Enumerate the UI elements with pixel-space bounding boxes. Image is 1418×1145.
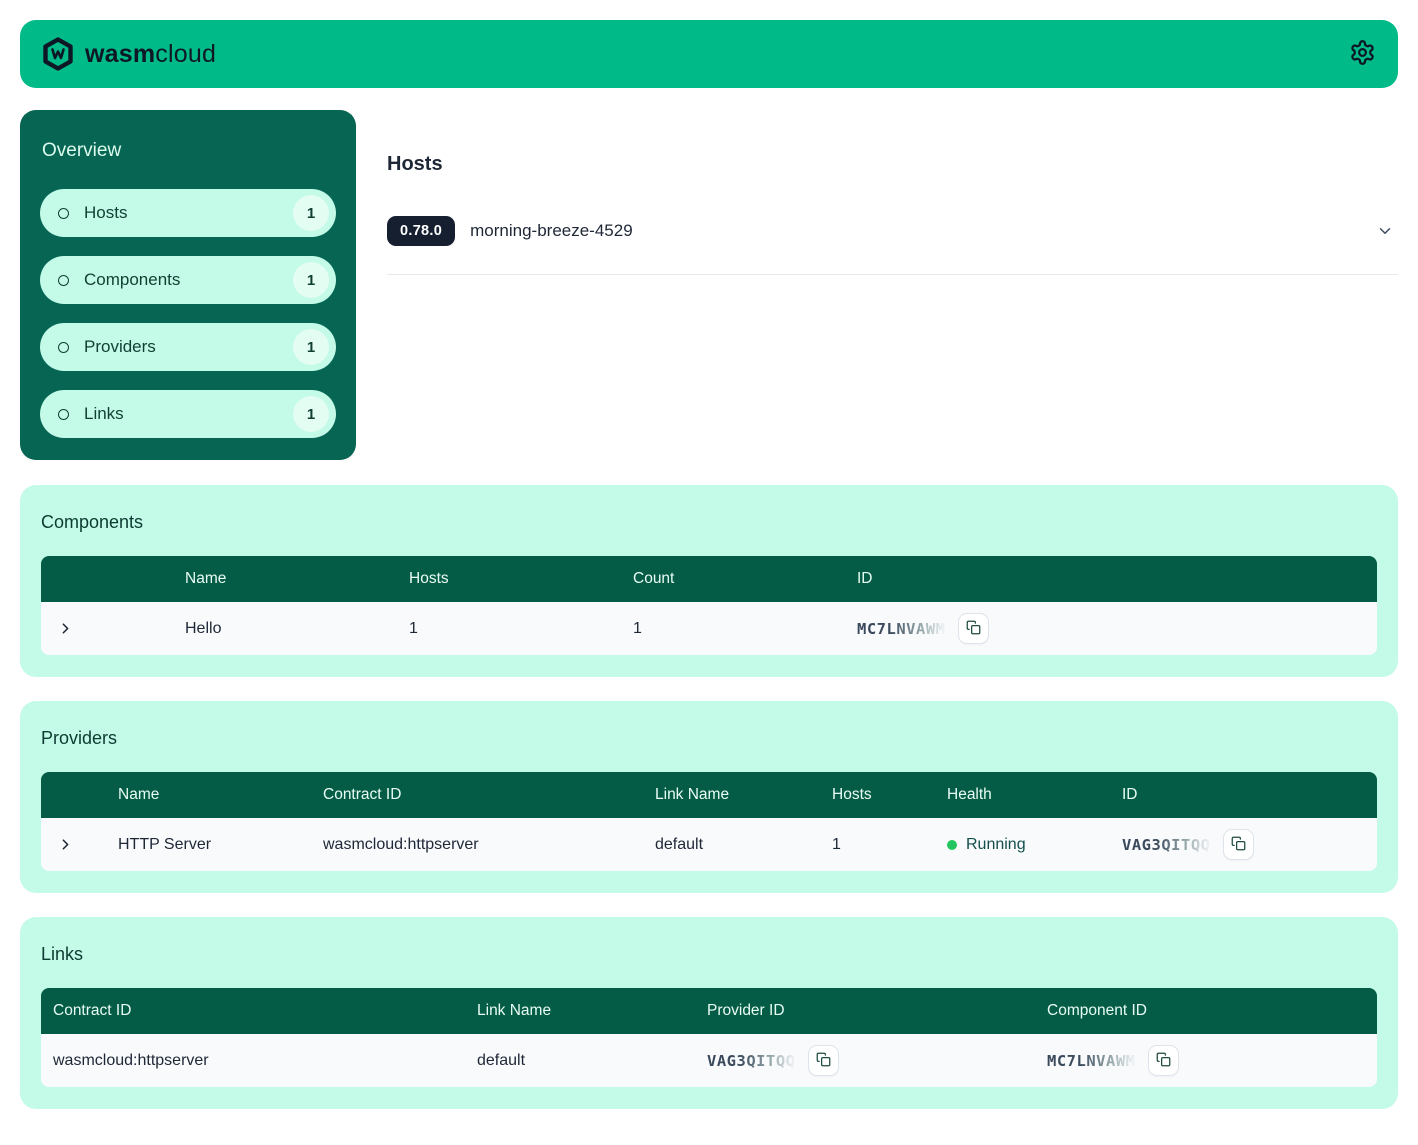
copy-button[interactable] [958,613,989,644]
logo-wordmark-bold: wasm [85,40,155,68]
column-header-contract-id: Contract ID [299,772,631,818]
count-badge: 1 [293,195,329,231]
link-component-id-cell: MC7LNVAWM [1023,1034,1377,1087]
column-header-link-name: Link Name [453,988,683,1034]
component-count-cell: 1 [609,602,833,655]
column-header-provider-id: Provider ID [683,988,1023,1034]
column-header-id: ID [1098,772,1377,818]
copy-button[interactable] [1148,1045,1179,1076]
column-header-hosts: Hosts [808,772,923,818]
chevron-down-icon[interactable] [1376,222,1394,240]
circle-icon [58,409,69,420]
expander-header [41,556,161,602]
column-header-contract-id: Contract ID [41,988,453,1034]
component-id-value: MC7LNVAWM [857,620,946,638]
link-provider-id-value: VAG3QITQQ [707,1052,796,1070]
column-header-id: ID [833,556,1377,602]
providers-table: Name Contract ID Link Name Hosts Health … [41,772,1377,871]
sidebar-item-providers[interactable]: Providers 1 [40,323,336,371]
logo-wordmark-light: cloud [155,40,216,68]
sidebar-item-hosts[interactable]: Hosts 1 [40,189,336,237]
link-contract-id-cell: wasmcloud:httpserver [41,1034,453,1087]
hosts-title: Hosts [387,153,1398,176]
circle-icon [58,208,69,219]
provider-contract-id-cell: wasmcloud:httpserver [299,818,631,871]
providers-header-row: Name Contract ID Link Name Hosts Health … [41,772,1377,818]
circle-icon [58,342,69,353]
sidebar-item-label: Providers [84,337,156,357]
links-header-row: Contract ID Link Name Provider ID Compon… [41,988,1377,1034]
copy-button[interactable] [1223,829,1254,860]
copy-icon [1231,836,1246,854]
column-header-name: Name [161,556,385,602]
expand-row-button[interactable] [41,602,161,655]
settings-button[interactable] [1349,39,1376,69]
sidebar-item-components[interactable]: Components 1 [40,256,336,304]
wasmcloud-logo: wasmcloud [42,37,216,71]
links-table: Contract ID Link Name Provider ID Compon… [41,988,1377,1087]
copy-icon [816,1052,831,1070]
wasmcloud-hexagon-icon [42,37,74,71]
components-table: Name Hosts Count ID Hello 1 1 MC7LNVAWM [41,556,1377,655]
provider-link-name-cell: default [631,818,808,871]
providers-section-title: Providers [41,728,1377,749]
components-section: Components Name Hosts Count ID Hello 1 [20,485,1398,677]
host-row[interactable]: 0.78.0 morning-breeze-4529 [387,216,1398,275]
component-hosts-cell: 1 [385,602,609,655]
host-version-badge: 0.78.0 [387,216,455,246]
column-header-hosts: Hosts [385,556,609,602]
sidebar-title: Overview [40,140,336,162]
sidebar-item-links[interactable]: Links 1 [40,390,336,438]
provider-name-cell: HTTP Server [94,818,299,871]
chevron-right-icon [57,620,161,637]
table-row: Hello 1 1 MC7LNVAWM [41,602,1377,655]
count-badge: 1 [293,262,329,298]
overview-sidebar: Overview Hosts 1 Components 1 Providers … [20,110,356,460]
column-header-health: Health [923,772,1098,818]
provider-id-value: VAG3QITQQ [1122,836,1211,854]
links-section: Links Contract ID Link Name Provider ID … [20,917,1398,1109]
hosts-panel: Hosts 0.78.0 morning-breeze-4529 [387,110,1398,460]
chevron-right-icon [57,836,94,853]
app-header: wasmcloud [20,20,1398,88]
sidebar-item-label: Components [84,270,180,290]
provider-hosts-cell: 1 [808,818,923,871]
providers-section: Providers Name Contract ID Link Name Hos… [20,701,1398,893]
link-name-cell: default [453,1034,683,1087]
component-id-cell: MC7LNVAWM [833,602,1377,655]
copy-icon [1156,1052,1171,1070]
logo-wordmark: wasmcloud [85,40,216,69]
expand-row-button[interactable] [41,818,94,871]
provider-id-cell: VAG3QITQQ [1098,818,1377,871]
gear-icon [1349,39,1376,69]
link-component-id-value: MC7LNVAWM [1047,1052,1136,1070]
column-header-link-name: Link Name [631,772,808,818]
column-header-count: Count [609,556,833,602]
copy-icon [966,620,981,638]
components-section-title: Components [41,512,1377,533]
table-row: wasmcloud:httpserver default VAG3QITQQ [41,1034,1377,1087]
health-status-text: Running [966,836,1026,854]
column-header-component-id: Component ID [1023,988,1377,1034]
sidebar-item-label: Links [84,404,124,424]
host-name: morning-breeze-4529 [470,221,633,241]
provider-health-cell: Running [923,818,1098,871]
count-badge: 1 [293,329,329,365]
link-provider-id-cell: VAG3QITQQ [683,1034,1023,1087]
copy-button[interactable] [808,1045,839,1076]
links-section-title: Links [41,944,1377,965]
components-header-row: Name Hosts Count ID [41,556,1377,602]
component-name-cell: Hello [161,602,385,655]
count-badge: 1 [293,396,329,432]
health-status-dot [947,840,957,850]
circle-icon [58,275,69,286]
sidebar-item-label: Hosts [84,203,127,223]
column-header-name: Name [94,772,299,818]
expander-header [41,772,94,818]
table-row: HTTP Server wasmcloud:httpserver default… [41,818,1377,871]
